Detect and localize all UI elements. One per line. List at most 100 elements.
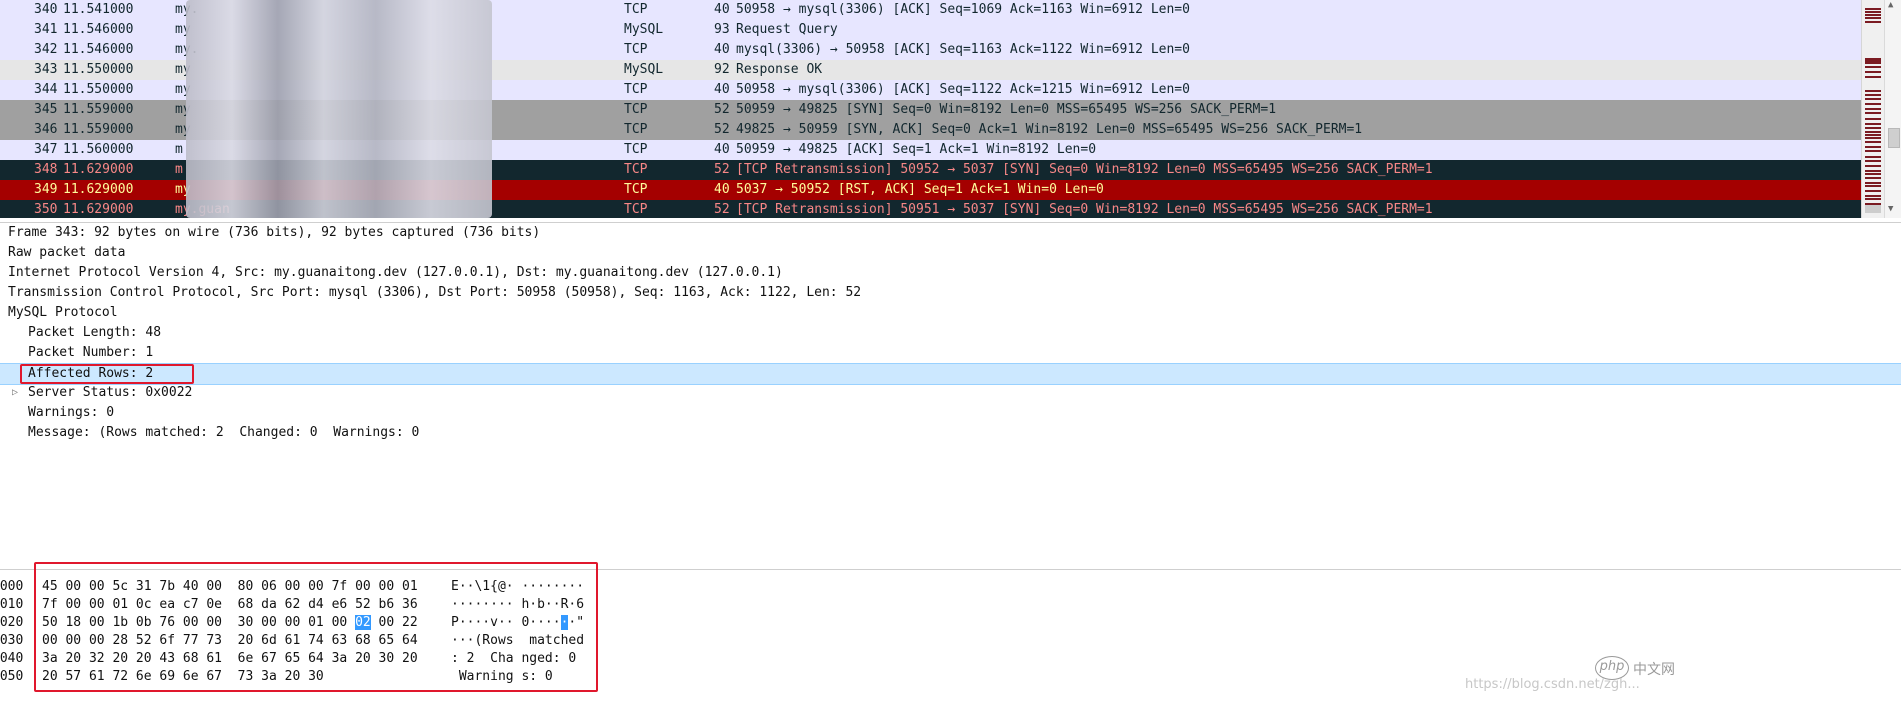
scroll-thumb[interactable] xyxy=(1888,128,1900,148)
detail-section[interactable]: Transmission Control Protocol, Src Port:… xyxy=(0,283,1901,303)
scroll-up-arrow-icon[interactable]: ▲ xyxy=(1888,0,1893,10)
detail-field[interactable]: ▷ Server Status: 0x0022 xyxy=(0,383,1901,403)
packet-time: 11.559000 xyxy=(63,102,134,117)
detail-field[interactable]: Warnings: 0 xyxy=(0,403,1901,423)
watermark: php 中文网 https://blog.csdn.net/zgh... xyxy=(1465,656,1895,696)
redacted-region xyxy=(186,0,492,218)
overview-marker xyxy=(1865,131,1881,133)
packet-time: 11.550000 xyxy=(63,82,134,97)
packet-info: 50959 → 49825 [ACK] Seq=1 Ack=1 Win=8192… xyxy=(736,142,1097,157)
detail-field[interactable]: Message: (Rows matched: 2 Changed: 0 War… xyxy=(0,423,1901,443)
packet-time: 11.629000 xyxy=(63,162,134,177)
packet-length: 40 xyxy=(714,82,730,97)
overview-marker xyxy=(1865,62,1881,64)
packet-details-pane[interactable]: Frame 343: 92 bytes on wire (736 bits), … xyxy=(0,222,1901,568)
overview-marker xyxy=(1865,11,1881,13)
packet-info: 49825 → 50959 [SYN, ACK] Seq=0 Ack=1 Win… xyxy=(736,122,1363,137)
packet-overview-bar[interactable] xyxy=(1861,0,1884,218)
packet-info: 50958 → mysql(3306) [ACK] Seq=1069 Ack=1… xyxy=(736,2,1190,17)
detail-section[interactable]: MySQL Protocol xyxy=(0,303,1901,323)
packet-number: 342 xyxy=(34,42,58,57)
overview-marker xyxy=(1865,190,1881,192)
overview-marker xyxy=(1865,127,1881,129)
packet-time: 11.550000 xyxy=(63,62,134,77)
packet-protocol: TCP xyxy=(624,42,648,57)
overview-marker xyxy=(1865,165,1881,167)
overview-marker xyxy=(1865,198,1881,200)
overview-marker xyxy=(1865,137,1881,139)
detail-section[interactable]: Raw packet data xyxy=(0,243,1901,263)
packet-info: Request Query xyxy=(736,22,838,37)
overview-marker xyxy=(1865,156,1881,158)
packet-time: 11.629000 xyxy=(63,182,134,197)
packet-time: 11.629000 xyxy=(63,202,134,217)
overview-marker xyxy=(1865,123,1881,125)
packet-list[interactable]: 34011.541000my.TCP4050958 → mysql(3306) … xyxy=(0,0,1861,218)
packet-info: 50959 → 49825 [SYN] Seq=0 Win=8192 Len=0… xyxy=(736,102,1277,117)
packet-info: 5037 → 50952 [RST, ACK] Seq=1 Ack=1 Win=… xyxy=(736,182,1104,197)
hex-offset: 0000 xyxy=(0,579,24,594)
packet-protocol: TCP xyxy=(624,182,648,197)
overview-marker xyxy=(1865,98,1881,100)
packet-number: 349 xyxy=(34,182,58,197)
packet-length: 40 xyxy=(714,42,730,57)
hex-offset: 0040 xyxy=(0,651,24,666)
packet-source: m xyxy=(175,162,183,177)
overview-marker xyxy=(1865,94,1881,96)
overview-marker xyxy=(1865,170,1881,172)
packet-protocol: TCP xyxy=(624,162,648,177)
overview-marker xyxy=(1865,203,1881,205)
overview-marker xyxy=(1865,134,1881,136)
detail-field[interactable]: Packet Number: 1 xyxy=(0,343,1901,363)
detail-text: Raw packet data xyxy=(8,245,126,260)
packet-number: 343 xyxy=(34,62,58,77)
packet-protocol: TCP xyxy=(624,2,648,17)
overview-marker xyxy=(1865,182,1881,184)
expand-arrow-icon[interactable]: ▷ xyxy=(12,383,18,403)
overview-marker xyxy=(1865,118,1881,120)
hex-offset: 0050 xyxy=(0,669,24,684)
packet-length: 52 xyxy=(714,202,730,217)
detail-text: MySQL Protocol xyxy=(8,305,118,320)
overview-marker xyxy=(1865,71,1881,73)
detail-text: Internet Protocol Version 4, Src: my.gua… xyxy=(8,265,783,280)
detail-text: Message: (Rows matched: 2 Changed: 0 War… xyxy=(28,425,420,440)
overview-marker xyxy=(1865,160,1881,162)
overview-thumb[interactable] xyxy=(1865,205,1881,213)
overview-marker xyxy=(1865,185,1881,187)
packet-number: 348 xyxy=(34,162,58,177)
packet-list-scrollbar[interactable]: ▲ ▼ xyxy=(1884,0,1901,218)
detail-field[interactable]: Affected Rows: 2 xyxy=(0,363,1901,385)
overview-marker xyxy=(1865,195,1881,197)
hex-offset: 0010 xyxy=(0,597,24,612)
packet-protocol: MySQL xyxy=(624,22,664,37)
packet-length: 40 xyxy=(714,142,730,157)
packet-protocol: TCP xyxy=(624,82,648,97)
overview-marker xyxy=(1865,90,1881,92)
overview-marker xyxy=(1865,76,1881,78)
packet-source: m xyxy=(175,142,183,157)
packet-info: [TCP Retransmission] 50952 → 5037 [SYN] … xyxy=(736,162,1433,177)
watermark-cn-text: 中文网 xyxy=(1633,662,1675,678)
detail-section[interactable]: Internet Protocol Version 4, Src: my.gua… xyxy=(0,263,1901,283)
detail-field[interactable]: Packet Length: 48 xyxy=(0,323,1901,343)
packet-length: 40 xyxy=(714,2,730,17)
detail-text: Server Status: 0x0022 xyxy=(28,385,193,400)
packet-time: 11.546000 xyxy=(63,42,134,57)
packet-time: 11.546000 xyxy=(63,22,134,37)
packet-protocol: TCP xyxy=(624,102,648,117)
overview-marker xyxy=(1865,112,1881,114)
packet-protocol: TCP xyxy=(624,202,648,217)
packet-number: 344 xyxy=(34,82,58,97)
overview-marker xyxy=(1865,173,1881,175)
overview-marker xyxy=(1865,66,1881,68)
detail-section[interactable]: Frame 343: 92 bytes on wire (736 bits), … xyxy=(0,223,1901,243)
overview-marker xyxy=(1865,21,1881,23)
packet-length: 40 xyxy=(714,182,730,197)
packet-number: 340 xyxy=(34,2,58,17)
scroll-down-arrow-icon[interactable]: ▼ xyxy=(1888,204,1893,214)
packet-number: 345 xyxy=(34,102,58,117)
packet-length: 92 xyxy=(714,62,730,77)
packet-protocol: TCP xyxy=(624,122,648,137)
overview-marker xyxy=(1865,150,1881,152)
